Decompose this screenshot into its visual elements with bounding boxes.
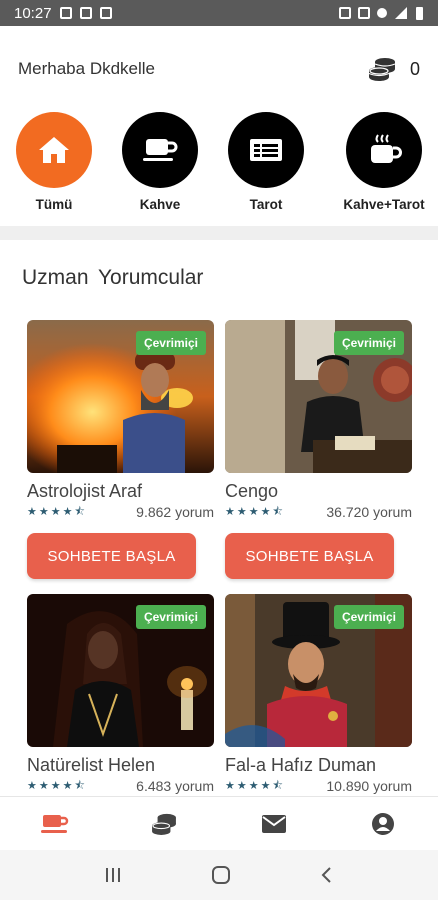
coins-icon: [368, 58, 396, 81]
expert-card[interactable]: Çevrimiçi Fal-a Hafız Duman ★ ★ ★ ★ ⯪ 10.890…: [225, 594, 412, 794]
category-label: Kahve: [139, 197, 181, 212]
expert-photo[interactable]: Çevrimiçi: [27, 320, 214, 473]
start-chat-button[interactable]: SOHBETE BAŞLA: [27, 533, 196, 579]
star-icon: ★: [248, 505, 259, 518]
section-title: Uzman Yorumcular: [22, 266, 204, 289]
nav-coins[interactable]: [110, 797, 220, 850]
wifi-icon: [377, 8, 387, 18]
cards-icon: [250, 139, 282, 161]
online-badge: Çevrimiçi: [135, 605, 206, 629]
status-time: 10:27: [14, 4, 52, 22]
screenshot-icon: [99, 7, 112, 19]
profile-icon: [372, 812, 395, 835]
expert-card[interactable]: Çevrimiçi Astrolojist Araf ★ ★ ★ ★ ⯪ 9.862 y…: [27, 320, 214, 579]
start-chat-button[interactable]: SOHBETE BAŞLA: [225, 533, 394, 579]
review-count: 9.862 yorum: [136, 504, 214, 520]
coffee-mug-icon: [371, 134, 402, 163]
half-star-icon: ⯪: [272, 505, 283, 518]
rating-stars: ★ ★ ★ ★ ⯪: [27, 779, 85, 792]
coins-icon: [152, 813, 177, 835]
rating-stars: ★ ★ ★ ★ ⯪: [225, 779, 283, 792]
expert-grid: Çevrimiçi Astrolojist Araf ★ ★ ★ ★ ⯪ 9.862 y…: [0, 320, 438, 796]
expert-name: Natürelist Helen: [27, 755, 156, 775]
half-star-icon: ⯪: [272, 779, 283, 792]
star-icon: ★: [27, 779, 37, 792]
star-icon: ★: [50, 779, 61, 792]
category-tarot[interactable]: Tarot: [216, 112, 316, 212]
category-coffee-circle[interactable]: [122, 112, 198, 188]
category-label: Kahve+Tarot: [343, 197, 425, 212]
review-count: 6.483 yorum: [136, 778, 214, 794]
review-count: 10.890 yorum: [326, 778, 412, 794]
status-bar: 10:27: [0, 0, 438, 26]
category-label: Tarot: [249, 197, 283, 212]
expert-card[interactable]: Çevrimiçi Cengo ★ ★ ★ ★ ⯪ 36.720 yorum SOHBE…: [225, 320, 412, 579]
coin-balance[interactable]: 0: [368, 57, 420, 81]
star-icon: ★: [260, 779, 271, 792]
coffee-cup-icon: [143, 139, 178, 161]
notification-icon: [59, 7, 72, 19]
category-label: Tümü: [35, 197, 73, 212]
back-icon[interactable]: [319, 865, 335, 885]
signal-icon: [395, 7, 407, 19]
category-all[interactable]: Tümü: [4, 112, 104, 212]
greeting-text: Merhaba Dkdkelle: [18, 59, 156, 78]
category-all-circle[interactable]: [16, 112, 92, 188]
category-coffee[interactable]: Kahve: [110, 112, 210, 212]
category-coffee-tarot[interactable]: Kahve+Tarot: [334, 112, 434, 212]
online-badge: Çevrimiçi: [333, 605, 404, 629]
star-icon: ★: [38, 505, 49, 518]
home-button-icon[interactable]: [210, 864, 232, 886]
expert-name: Cengo: [225, 481, 279, 501]
rating-stars: ★ ★ ★ ★ ⯪: [27, 505, 85, 518]
section-divider: [0, 226, 438, 240]
home-icon: [39, 137, 69, 163]
star-icon: ★: [248, 779, 259, 792]
expert-name: Fal-a Hafız Duman: [225, 755, 377, 775]
category-coffee-tarot-circle[interactable]: [346, 112, 422, 188]
star-icon: ★: [62, 505, 73, 518]
expert-photo[interactable]: Çevrimiçi: [225, 320, 412, 473]
online-badge: Çevrimiçi: [333, 331, 404, 355]
star-icon: ★: [236, 779, 247, 792]
mail-icon: [261, 814, 286, 833]
star-icon: ★: [260, 505, 271, 518]
half-star-icon: ⯪: [74, 779, 85, 792]
bottom-nav: [0, 796, 438, 850]
star-icon: ★: [225, 779, 235, 792]
mute-icon: [358, 7, 370, 19]
star-icon: ★: [225, 505, 235, 518]
category-selector: Tümü Kahve Tarot Kahve+Tarot: [0, 112, 438, 224]
battery-icon: [416, 6, 423, 20]
app-header: Merhaba Dkdkelle 0: [0, 26, 438, 112]
system-nav-bar: [0, 850, 438, 900]
nav-messages[interactable]: [219, 797, 329, 850]
half-star-icon: ⯪: [74, 505, 85, 518]
online-badge: Çevrimiçi: [135, 331, 206, 355]
star-icon: ★: [38, 779, 49, 792]
expert-name: Astrolojist Araf: [27, 481, 143, 501]
nav-coffee[interactable]: [0, 797, 110, 850]
star-icon: ★: [50, 505, 61, 518]
star-icon: ★: [62, 779, 73, 792]
recent-apps-icon[interactable]: [103, 866, 123, 884]
category-tarot-circle[interactable]: [228, 112, 304, 188]
expert-photo[interactable]: Çevrimiçi: [225, 594, 412, 747]
nav-profile[interactable]: [329, 797, 438, 850]
star-icon: ★: [236, 505, 247, 518]
alarm-icon: [339, 7, 351, 19]
star-icon: ★: [27, 505, 37, 518]
coffee-cup-icon: [40, 814, 68, 833]
expert-card[interactable]: Çevrimiçi Natürelist Helen ★ ★ ★ ★ ⯪ 6.483 y…: [27, 594, 214, 794]
rating-stars: ★ ★ ★ ★ ⯪: [225, 505, 283, 518]
review-count: 36.720 yorum: [326, 504, 412, 520]
coin-count: 0: [409, 58, 420, 79]
gallery-icon: [79, 7, 92, 19]
expert-photo[interactable]: Çevrimiçi: [27, 594, 214, 747]
